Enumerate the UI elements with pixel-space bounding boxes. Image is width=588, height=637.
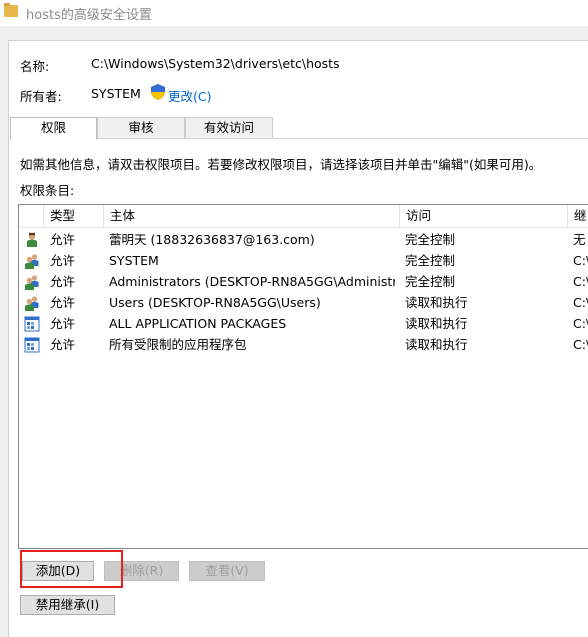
table-row[interactable]: 允许 SYSTEM 完全控制 C:\ [19, 250, 588, 271]
user-icon [24, 232, 40, 248]
table-row[interactable]: 允许 蕾明天 (18832636837@163.com) 完全控制 无 [19, 229, 588, 250]
owner-value: SYSTEM [91, 86, 141, 101]
row-principal: 蕾明天 (18832636837@163.com) [109, 232, 315, 247]
permission-entries-label: 权限条目: [20, 183, 75, 198]
group-icon [24, 253, 40, 269]
window-title: hosts的高级安全设置 [26, 8, 152, 23]
change-owner-link[interactable]: 更改(C) [168, 86, 211, 105]
row-inherited-from: C:\ [573, 253, 588, 268]
disable-inheritance-button[interactable]: 禁用继承(I) [20, 595, 115, 615]
table-row[interactable]: 允许 所有受限制的应用程序包 读取和执行 C:\ [19, 334, 588, 355]
column-header-type[interactable]: 类型 [43, 205, 103, 227]
package-icon [24, 316, 40, 332]
row-type: 允许 [50, 337, 76, 352]
row-access: 完全控制 [405, 232, 456, 247]
row-access: 完全控制 [405, 253, 456, 268]
tab-auditing[interactable]: 审核 [97, 117, 185, 139]
title-bar: hosts的高级安全设置 [0, 0, 588, 26]
table-row[interactable]: 允许 ALL APPLICATION PACKAGES 读取和执行 C:\ [19, 313, 588, 334]
row-principal: 所有受限制的应用程序包 [109, 337, 247, 352]
uac-shield-icon [151, 84, 165, 100]
folder-icon [4, 3, 18, 17]
group-icon [24, 274, 40, 290]
view-button[interactable]: 查看(V) [189, 561, 265, 581]
row-principal: Administrators (DESKTOP-RN8A5GG\Administ… [109, 274, 395, 289]
row-type: 允许 [50, 274, 76, 289]
row-access: 读取和执行 [405, 295, 468, 310]
row-type: 允许 [50, 253, 76, 268]
group-icon [24, 295, 40, 311]
row-type: 允许 [50, 316, 76, 331]
column-header-inherited-from[interactable]: 继 [567, 205, 588, 227]
row-principal: SYSTEM [109, 253, 159, 268]
column-header-access[interactable]: 访问 [399, 205, 567, 227]
owner-label: 所有者: [20, 89, 62, 104]
name-label: 名称: [20, 59, 50, 74]
column-header-principal[interactable]: 主体 [103, 205, 399, 227]
table-row[interactable]: 允许 Administrators (DESKTOP-RN8A5GG\Admini… [19, 271, 588, 292]
row-inherited-from: 无 [573, 232, 586, 247]
tab-permissions[interactable]: 权限 [10, 117, 97, 140]
table-row[interactable]: 允许 Users (DESKTOP-RN8A5GG\Users) 读取和执行 C:\ [19, 292, 588, 313]
row-principal: Users (DESKTOP-RN8A5GG\Users) [109, 295, 321, 310]
row-access: 读取和执行 [405, 316, 468, 331]
row-inherited-from: C:\ [573, 295, 588, 310]
row-access: 完全控制 [405, 274, 456, 289]
row-inherited-from: C:\ [573, 316, 588, 331]
row-access: 读取和执行 [405, 337, 468, 352]
package-icon [24, 337, 40, 353]
row-type: 允许 [50, 295, 76, 310]
name-value: C:\Windows\System32\drivers\etc\hosts [91, 56, 340, 71]
tab-effective-access[interactable]: 有效访问 [185, 117, 273, 139]
row-principal: ALL APPLICATION PACKAGES [109, 316, 287, 331]
info-text: 如需其他信息，请双击权限项目。若要修改权限项目，请选择该项目并单击"编辑"(如果… [20, 157, 542, 172]
row-inherited-from: C:\ [573, 274, 588, 289]
permission-entries-list[interactable]: 类型 主体 访问 继 允许 蕾明天 (18832636837@163.com) 完全… [18, 204, 588, 549]
highlight-box [20, 550, 123, 588]
row-inherited-from: C:\ [573, 337, 588, 352]
row-type: 允许 [50, 232, 76, 247]
list-header: 类型 主体 访问 继 [19, 205, 588, 228]
